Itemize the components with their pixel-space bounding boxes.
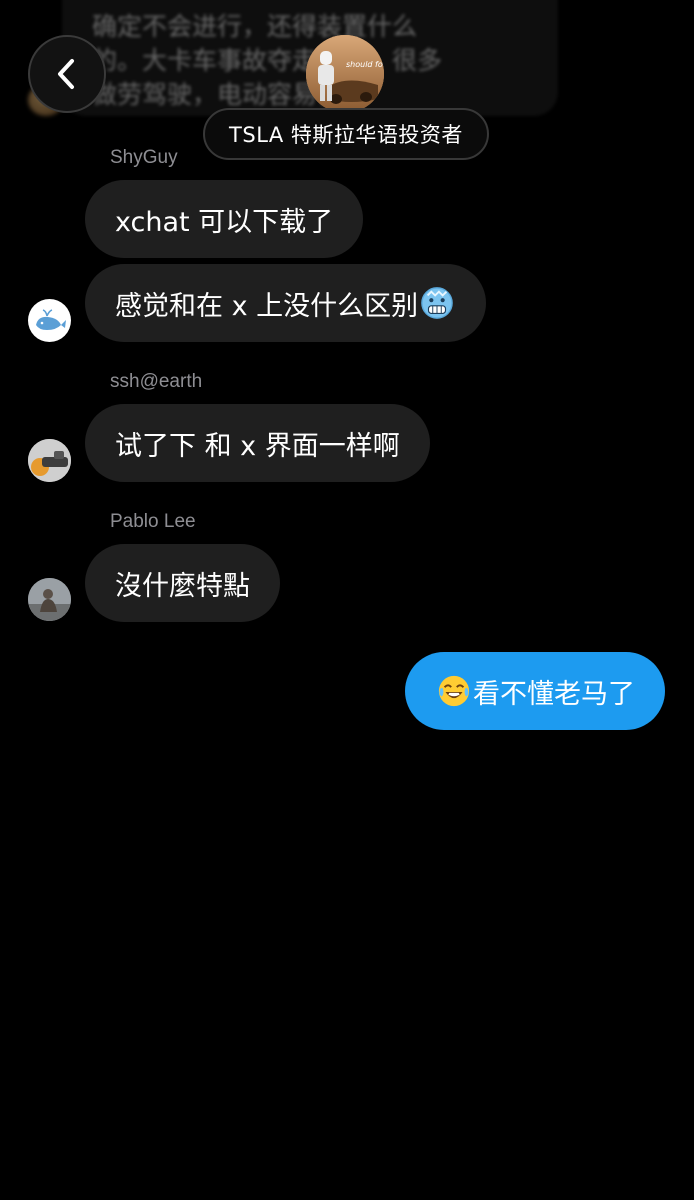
message-text: 试了下 和 x 界面一样啊 — [115, 430, 400, 462]
avatar-caption: should fo — [346, 60, 383, 69]
group-avatar-image: should fo — [306, 35, 384, 113]
group-avatar[interactable]: should fo — [306, 35, 384, 113]
back-button[interactable] — [28, 35, 106, 113]
outgoing-message-bubble[interactable]: 看不懂老马了 — [405, 652, 665, 730]
message-bubble[interactable]: 感觉和在 x 上没什么区别 — [85, 264, 487, 342]
user-avatar-image — [28, 439, 71, 482]
chevron-left-icon — [58, 59, 74, 89]
message-bubble[interactable]: 沒什麼特點 — [85, 544, 280, 622]
message-text: 感觉和在 x 上没什么区别 — [115, 290, 419, 322]
sender-name: Pablo Lee — [110, 511, 196, 532]
whale-icon — [36, 309, 66, 330]
message-bubble[interactable]: xchat 可以下载了 — [85, 180, 364, 258]
message-text: 沒什麼特點 — [115, 570, 250, 602]
previous-message-line: 确定不会进行，还得装置什么 — [92, 12, 418, 41]
message-bubble[interactable]: 试了下 和 x 界面一样啊 — [85, 404, 430, 482]
message-text: xchat 可以下载了 — [115, 206, 334, 238]
user-avatar[interactable] — [28, 578, 71, 621]
group-name-pill[interactable]: TSLA 特斯拉华语投资者 — [203, 108, 489, 160]
sender-name: ssh@earth — [110, 371, 203, 392]
whale-avatar[interactable] — [28, 299, 71, 342]
tears-of-joy-emoji — [438, 675, 470, 707]
sender-name: ShyGuy — [110, 147, 178, 168]
user-avatar-image — [28, 578, 71, 621]
group-name: TSLA 特斯拉华语投资者 — [229, 123, 463, 147]
message-text: 看不懂老马了 — [473, 678, 635, 710]
user-avatar[interactable] — [28, 439, 71, 482]
freezing-face-emoji — [421, 287, 453, 319]
